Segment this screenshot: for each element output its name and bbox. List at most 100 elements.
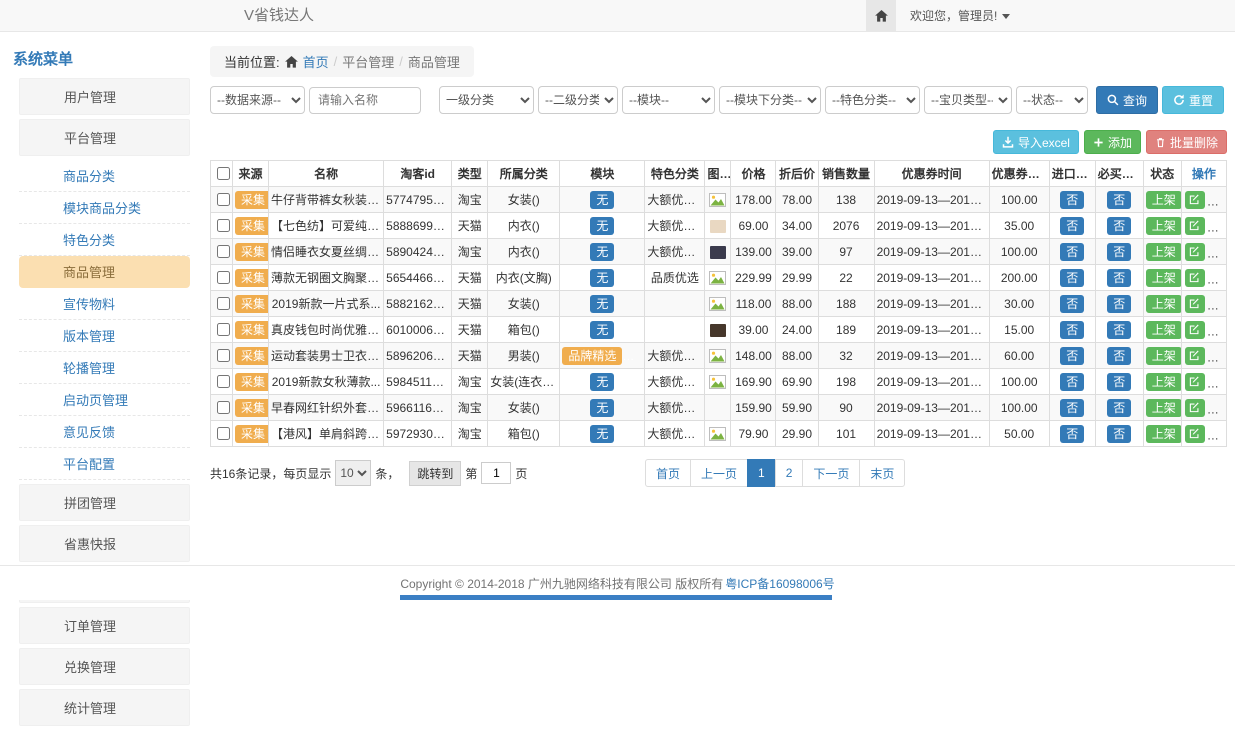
edit-button[interactable] <box>1185 373 1205 391</box>
batch-delete-button[interactable]: 批量删除 <box>1146 130 1227 154</box>
page-size-select[interactable]: 10 <box>335 460 371 486</box>
page-button-1[interactable]: 1 <box>747 459 776 487</box>
sidebar-subitem-goods-mgmt[interactable]: 商品管理 <box>19 256 190 288</box>
page-button-first[interactable]: 首页 <box>645 459 691 487</box>
filter-select-category-l1[interactable]: 一级分类 <box>439 86 534 114</box>
row-checkbox[interactable] <box>217 323 230 336</box>
cell-sales: 32 <box>818 343 874 369</box>
import-toggle-button[interactable]: 否 <box>1060 347 1084 365</box>
page-button-2[interactable]: 2 <box>775 459 804 487</box>
import-toggle-button[interactable]: 否 <box>1060 217 1084 235</box>
row-checkbox[interactable] <box>217 245 230 258</box>
must-buy-toggle-button[interactable]: 否 <box>1107 191 1131 209</box>
sidebar-subitem-carousel-mgmt[interactable]: 轮播管理 <box>19 352 190 384</box>
filter-select-data-source[interactable]: --数据来源-- <box>210 86 305 114</box>
import-toggle-button[interactable]: 否 <box>1060 243 1084 261</box>
sidebar-subitem-module-goods-category[interactable]: 模块商品分类 <box>19 192 190 224</box>
page-button-last[interactable]: 末页 <box>859 459 905 487</box>
import-toggle-button[interactable]: 否 <box>1060 269 1084 287</box>
edit-button[interactable] <box>1185 399 1205 417</box>
sidebar-item-saving-express[interactable]: 省惠快报 <box>19 525 190 562</box>
sidebar-subitem-goods-category[interactable]: 商品分类 <box>19 160 190 192</box>
edit-button[interactable] <box>1185 217 1205 235</box>
horizontal-scrollbar-thumb[interactable] <box>400 595 832 600</box>
status-button[interactable]: 上架 <box>1146 191 1182 209</box>
add-button[interactable]: 添加 <box>1084 130 1141 154</box>
filter-select-status[interactable]: --状态-- <box>1016 86 1088 114</box>
cell-status: 上架 <box>1143 265 1181 291</box>
row-checkbox[interactable] <box>217 375 230 388</box>
jump-page-input[interactable] <box>481 462 511 484</box>
filter-select-feature[interactable]: --特色分类-- <box>825 86 920 114</box>
import-toggle-button[interactable]: 否 <box>1060 425 1084 443</box>
status-button[interactable]: 上架 <box>1146 269 1182 287</box>
row-checkbox[interactable] <box>217 219 230 232</box>
edit-button[interactable] <box>1185 425 1205 443</box>
edit-button[interactable] <box>1185 295 1205 313</box>
filter-select-category-l2[interactable]: --二级分类-- <box>538 86 618 114</box>
status-button[interactable]: 上架 <box>1146 347 1182 365</box>
welcome-user-dropdown[interactable]: 欢迎您，管理员! <box>910 7 997 24</box>
sidebar-subitem-promo-material[interactable]: 宣传物料 <box>19 288 190 320</box>
page-button-next[interactable]: 下一页 <box>802 459 860 487</box>
search-button[interactable]: 查询 <box>1096 86 1158 114</box>
must-buy-toggle-button[interactable]: 否 <box>1107 269 1131 287</box>
sidebar-item-group-buy-mgmt[interactable]: 拼团管理 <box>19 484 190 521</box>
status-button[interactable]: 上架 <box>1146 295 1182 313</box>
import-toggle-button[interactable]: 否 <box>1060 295 1084 313</box>
import-toggle-button[interactable]: 否 <box>1060 399 1084 417</box>
sidebar-item-platform-mgmt[interactable]: 平台管理 <box>19 119 190 156</box>
status-button[interactable]: 上架 <box>1146 399 1182 417</box>
sidebar-item-user-mgmt[interactable]: 用户管理 <box>19 78 190 115</box>
icp-link[interactable]: 粤ICP备16098006号 <box>725 575 834 592</box>
must-buy-toggle-button[interactable]: 否 <box>1107 321 1131 339</box>
edit-button[interactable] <box>1185 321 1205 339</box>
sidebar-subitem-feature-category[interactable]: 特色分类 <box>19 224 190 256</box>
edit-button[interactable] <box>1185 191 1205 209</box>
filter-select-module[interactable]: --模块-- <box>622 86 715 114</box>
home-button[interactable] <box>866 0 896 31</box>
status-button[interactable]: 上架 <box>1146 321 1182 339</box>
status-button[interactable]: 上架 <box>1146 373 1182 391</box>
jump-button[interactable]: 跳转到 <box>409 461 461 486</box>
edit-button[interactable] <box>1185 347 1205 365</box>
status-button[interactable]: 上架 <box>1146 425 1182 443</box>
must-buy-toggle-button[interactable]: 否 <box>1107 243 1131 261</box>
import-toggle-button[interactable]: 否 <box>1060 373 1084 391</box>
row-checkbox[interactable] <box>217 193 230 206</box>
col-header-category: 所属分类 <box>488 161 560 187</box>
row-checkbox[interactable] <box>217 349 230 362</box>
sidebar-subitem-feedback[interactable]: 意见反馈 <box>19 416 190 448</box>
select-all-checkbox[interactable] <box>217 167 230 180</box>
sidebar-subitem-version-mgmt[interactable]: 版本管理 <box>19 320 190 352</box>
row-checkbox[interactable] <box>217 271 230 284</box>
status-button[interactable]: 上架 <box>1146 217 1182 235</box>
sidebar-item-order-mgmt[interactable]: 订单管理 <box>19 607 190 644</box>
page-button-prev[interactable]: 上一页 <box>690 459 748 487</box>
breadcrumb-home-link[interactable]: 首页 <box>303 52 329 71</box>
name-search-input[interactable] <box>309 87 421 114</box>
status-button[interactable]: 上架 <box>1146 243 1182 261</box>
sidebar-item-stats-mgmt[interactable]: 统计管理 <box>19 689 190 726</box>
row-checkbox[interactable] <box>217 297 230 310</box>
import-toggle-button[interactable]: 否 <box>1060 321 1084 339</box>
chevron-down-icon[interactable] <box>1002 13 1010 19</box>
row-checkbox[interactable] <box>217 401 230 414</box>
must-buy-toggle-button[interactable]: 否 <box>1107 399 1131 417</box>
must-buy-toggle-button[interactable]: 否 <box>1107 425 1131 443</box>
must-buy-toggle-button[interactable]: 否 <box>1107 373 1131 391</box>
row-checkbox[interactable] <box>217 427 230 440</box>
filter-select-item-type[interactable]: --宝贝类型-- <box>924 86 1012 114</box>
reset-button[interactable]: 重置 <box>1162 86 1224 114</box>
import-toggle-button[interactable]: 否 <box>1060 191 1084 209</box>
must-buy-toggle-button[interactable]: 否 <box>1107 295 1131 313</box>
must-buy-toggle-button[interactable]: 否 <box>1107 347 1131 365</box>
sidebar-item-exchange-mgmt[interactable]: 兑换管理 <box>19 648 190 685</box>
edit-button[interactable] <box>1185 243 1205 261</box>
sidebar-subitem-platform-config[interactable]: 平台配置 <box>19 448 190 480</box>
import-excel-button[interactable]: 导入excel <box>993 130 1079 154</box>
edit-button[interactable] <box>1185 269 1205 287</box>
must-buy-toggle-button[interactable]: 否 <box>1107 217 1131 235</box>
filter-select-module-sub[interactable]: --模块下分类-- <box>719 86 821 114</box>
sidebar-subitem-splash-page-mgmt[interactable]: 启动页管理 <box>19 384 190 416</box>
